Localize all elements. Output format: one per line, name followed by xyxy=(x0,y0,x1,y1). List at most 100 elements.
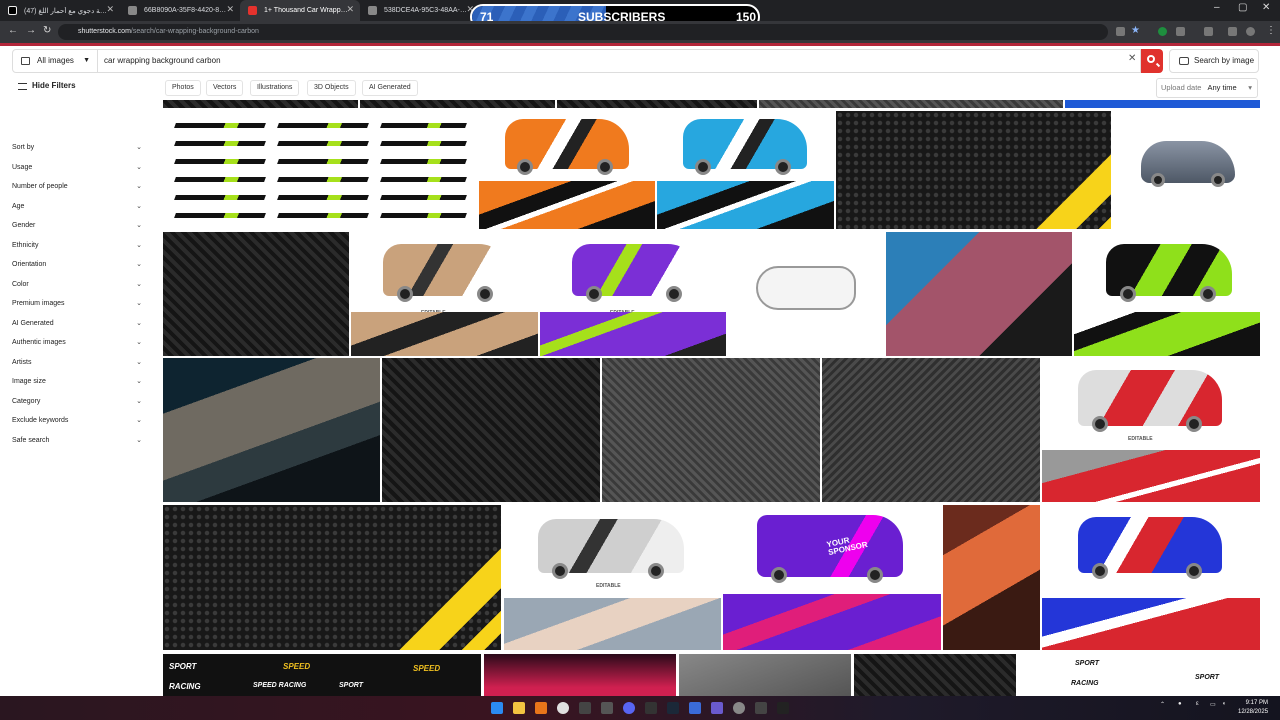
image-result[interactable] xyxy=(163,505,501,650)
start-icon[interactable] xyxy=(491,702,503,714)
extension-icon[interactable] xyxy=(1158,27,1167,36)
image-result[interactable]: EDITABLE xyxy=(1042,358,1260,502)
app-icon[interactable] xyxy=(601,702,613,714)
filter-exclude-keywords[interactable]: Exclude keywords ⌄ xyxy=(12,414,142,428)
browser-tab[interactable]: (47) شابكة دجوي مع أحمار اللغ ✕ xyxy=(0,0,120,21)
download-icon[interactable] xyxy=(1204,27,1213,36)
image-result[interactable]: SPORT RACING SPORT xyxy=(1019,654,1260,696)
app-icon[interactable] xyxy=(689,702,701,714)
image-result[interactable] xyxy=(163,100,358,108)
minimize-icon[interactable]: – xyxy=(1214,2,1220,13)
search-input[interactable]: car wrapping background carbon xyxy=(97,49,1141,73)
image-result[interactable] xyxy=(886,232,1072,356)
app-icon[interactable] xyxy=(733,702,745,714)
app-icon[interactable] xyxy=(645,702,657,714)
image-result[interactable] xyxy=(1113,111,1260,229)
image-result[interactable]: EDITABLE xyxy=(351,232,538,356)
image-result[interactable] xyxy=(759,100,1063,108)
filter-orientation[interactable]: Orientation ⌄ xyxy=(12,258,142,272)
close-icon[interactable]: ✕ xyxy=(106,4,114,15)
image-result[interactable] xyxy=(1042,505,1260,650)
close-icon[interactable]: ✕ xyxy=(226,4,234,15)
app-icon[interactable] xyxy=(711,702,723,714)
image-type-dropdown[interactable]: All images ▼ xyxy=(12,49,98,73)
filter-sort-by[interactable]: Sort by ⌄ xyxy=(12,141,142,155)
image-result[interactable] xyxy=(557,100,757,108)
steam-icon[interactable] xyxy=(667,702,679,714)
image-result[interactable]: SPORT SPEED RACING SPEED RACING SPORT SP… xyxy=(163,654,481,696)
chip-photos[interactable]: Photos xyxy=(165,80,201,96)
browser-tab[interactable]: 66B8090A-35F8-4420-816C-A ✕ xyxy=(120,0,240,21)
discord-icon[interactable] xyxy=(623,702,635,714)
filter-safe-search[interactable]: Safe search ⌄ xyxy=(12,434,142,448)
file-explorer-icon[interactable] xyxy=(513,702,525,714)
filter-category[interactable]: Category ⌄ xyxy=(12,395,142,409)
chrome-icon[interactable] xyxy=(557,702,569,714)
image-result[interactable]: YOUR SPONSOR xyxy=(723,505,941,650)
image-result[interactable] xyxy=(822,358,1040,502)
hide-filters-button[interactable]: Hide Filters xyxy=(18,81,76,90)
mic-icon[interactable]: ● xyxy=(1178,701,1182,707)
sidepanel-icon[interactable] xyxy=(1228,27,1237,36)
image-result[interactable] xyxy=(479,111,655,229)
filter-number-of-people[interactable]: Number of people ⌄ xyxy=(12,180,142,194)
volume-icon[interactable]: ◖ xyxy=(1222,701,1226,707)
app-icon[interactable] xyxy=(777,702,789,714)
image-result[interactable] xyxy=(602,358,820,502)
filter-gender[interactable]: Gender ⌄ xyxy=(12,219,142,233)
close-window-icon[interactable]: ✕ xyxy=(1262,2,1270,13)
image-result[interactable] xyxy=(679,654,851,696)
image-result[interactable] xyxy=(657,111,834,229)
filter-color[interactable]: Color ⌄ xyxy=(12,278,142,292)
close-icon[interactable]: ✕ xyxy=(346,4,354,15)
back-icon[interactable]: ← xyxy=(8,25,18,36)
menu-kebab-icon[interactable]: ⋮ xyxy=(1266,25,1276,36)
search-button[interactable] xyxy=(1141,49,1163,73)
search-by-image-button[interactable]: Search by image xyxy=(1169,49,1259,73)
chip-illustrations[interactable]: Illustrations xyxy=(250,80,300,96)
filter-ethnicity[interactable]: Ethnicity ⌄ xyxy=(12,239,142,253)
chip-3d-objects[interactable]: 3D Objects xyxy=(307,80,356,96)
translate-icon[interactable] xyxy=(1116,27,1125,36)
image-result[interactable] xyxy=(163,111,476,229)
browser-tab-active[interactable]: 1+ Thousand Car Wrapping Ba ✕ xyxy=(240,0,360,21)
image-result[interactable] xyxy=(728,232,884,356)
image-result[interactable] xyxy=(1074,232,1260,356)
extensions-puzzle-icon[interactable] xyxy=(1176,27,1185,36)
star-icon[interactable]: ★ xyxy=(1131,25,1140,36)
filter-artists[interactable]: Artists ⌄ xyxy=(12,356,142,370)
image-result[interactable] xyxy=(163,232,349,356)
image-result[interactable]: EDITABLE xyxy=(504,505,721,650)
image-result[interactable] xyxy=(360,100,555,108)
image-result[interactable] xyxy=(382,358,600,502)
image-result[interactable] xyxy=(1065,100,1260,108)
profile-avatar[interactable] xyxy=(1246,27,1255,36)
image-result[interactable] xyxy=(836,111,1111,229)
forward-icon[interactable]: → xyxy=(26,25,36,36)
image-result[interactable] xyxy=(484,654,676,696)
tray-chevron-icon[interactable]: ⌃ xyxy=(1160,701,1165,708)
chip-vectors[interactable]: Vectors xyxy=(206,80,244,96)
app-icon[interactable] xyxy=(535,702,547,714)
maximize-icon[interactable]: ▢ xyxy=(1238,2,1247,13)
filter-ai-generated[interactable]: AI Generated ⌄ xyxy=(12,317,142,331)
filter-image-size[interactable]: Image size ⌄ xyxy=(12,375,142,389)
address-bar[interactable]: shutterstock.com/search/car-wrapping-bac… xyxy=(58,24,1108,40)
image-result[interactable] xyxy=(163,358,380,502)
image-result[interactable]: EDITABLE xyxy=(540,232,726,356)
image-result[interactable] xyxy=(943,505,1040,650)
clear-search-icon[interactable]: ✕ xyxy=(1128,53,1136,64)
filter-age[interactable]: Age ⌄ xyxy=(12,200,142,214)
keyboard-layout-icon[interactable]: ε xyxy=(1196,701,1199,707)
reload-icon[interactable]: ↻ xyxy=(43,25,51,36)
chip-ai-generated[interactable]: AI Generated xyxy=(362,80,418,96)
app-icon[interactable] xyxy=(579,702,591,714)
network-icon[interactable]: ▭ xyxy=(1210,701,1216,708)
browser-tab[interactable]: 538DCE4A-95C3-48AA-AB82 ✕ xyxy=(360,0,480,21)
filter-usage[interactable]: Usage ⌄ xyxy=(12,161,142,175)
taskbar-clock[interactable]: 9:17 PM 12/28/2025 xyxy=(1238,699,1268,717)
app-icon[interactable] xyxy=(755,702,767,714)
image-result[interactable] xyxy=(854,654,1016,696)
upload-date-dropdown[interactable]: Upload date Any time ▾ xyxy=(1156,78,1258,98)
filter-premium-images[interactable]: Premium images ⌄ xyxy=(12,297,142,311)
